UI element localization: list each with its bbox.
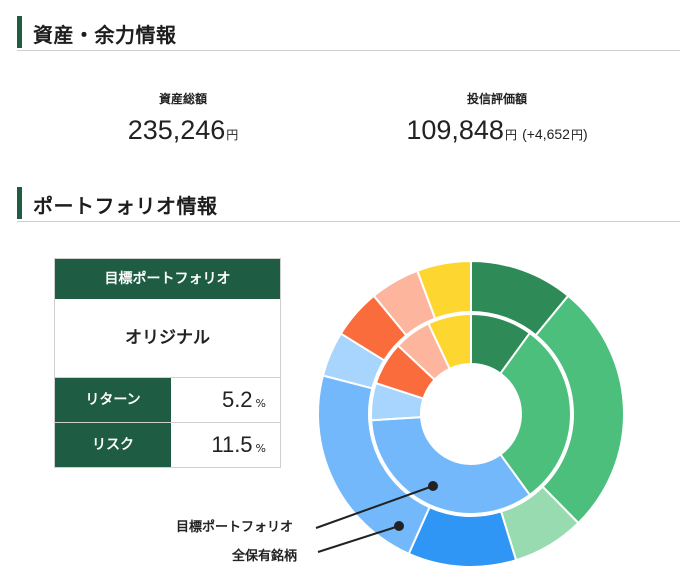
total-assets: 資産総額 235,246円 bbox=[98, 90, 268, 146]
outer-ring bbox=[317, 259, 625, 568]
return-row: リターン 5.2% bbox=[55, 378, 280, 423]
portfolio-table: 目標ポートフォリオ オリジナル リターン 5.2% リスク 11.5% bbox=[54, 258, 281, 468]
section-accent-bar bbox=[17, 187, 22, 219]
inner-ring-label: 目標ポートフォリオ bbox=[176, 520, 294, 535]
risk-value: 11.5 bbox=[211, 432, 253, 457]
fund-diff-unit: 円 bbox=[570, 128, 583, 142]
inner-ring bbox=[370, 312, 572, 515]
fund-valuation-value: 109,848 bbox=[406, 115, 504, 145]
inner-ring-pointer-dot bbox=[428, 481, 438, 491]
assets-section-title: 資産・余力情報 bbox=[33, 23, 177, 47]
total-assets-value-wrap: 235,246円 bbox=[98, 115, 268, 146]
fund-valuation-label: 投信評価額 bbox=[466, 92, 527, 106]
fund-valuation-unit: 円 bbox=[504, 128, 517, 142]
portfolio-section-header: ポートフォリオ情報 bbox=[17, 185, 680, 222]
portfolio-name: オリジナル bbox=[55, 299, 280, 378]
fund-valuation-value-wrap: 109,848円 (+4,652円) bbox=[372, 115, 622, 146]
return-unit: % bbox=[255, 397, 266, 410]
section-accent-bar bbox=[17, 16, 22, 48]
portfolio-donut-chart bbox=[315, 259, 625, 568]
fund-diff-close: ) bbox=[582, 126, 588, 142]
risk-unit: % bbox=[255, 442, 266, 455]
portfolio-table-header: 目標ポートフォリオ bbox=[55, 259, 280, 299]
return-value: 5.2 bbox=[221, 387, 253, 412]
outer-ring-pointer-dot bbox=[394, 521, 404, 531]
fund-diff-value: +4,652 bbox=[526, 126, 570, 142]
portfolio-section-title: ポートフォリオ情報 bbox=[33, 194, 218, 218]
outer-ring-label: 全保有銘柄 bbox=[232, 549, 298, 564]
fund-valuation: 投信評価額 109,848円 (+4,652円) bbox=[372, 90, 622, 146]
total-assets-value: 235,246 bbox=[127, 115, 226, 145]
assets-section-header: 資産・余力情報 bbox=[17, 14, 680, 51]
risk-label: リスク bbox=[55, 423, 171, 467]
total-assets-label: 資産総額 bbox=[158, 92, 207, 106]
risk-value-cell: 11.5% bbox=[171, 423, 280, 467]
return-value-cell: 5.2% bbox=[171, 378, 280, 422]
total-assets-unit: 円 bbox=[226, 128, 239, 142]
risk-row: リスク 11.5% bbox=[55, 423, 280, 467]
return-label: リターン bbox=[55, 378, 171, 422]
